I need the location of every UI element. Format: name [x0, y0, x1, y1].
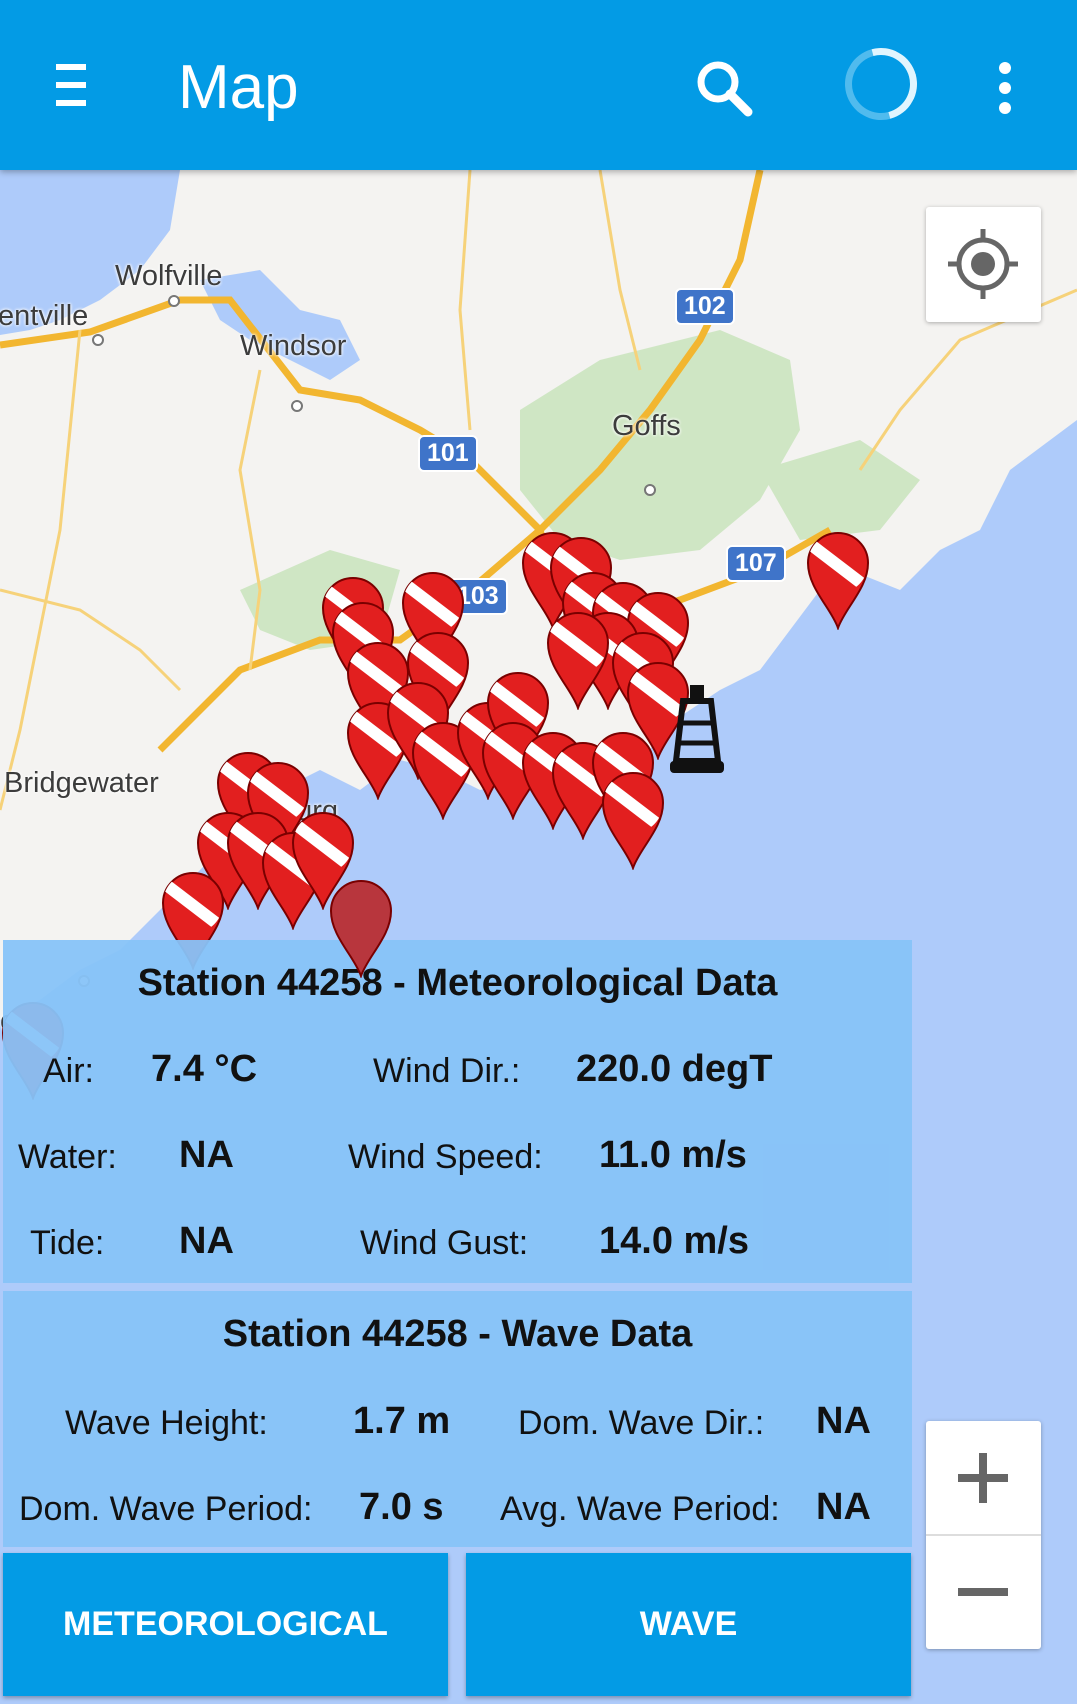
place-label: entville [0, 300, 89, 332]
wind-gust-value: 14.0 m/s [599, 1220, 749, 1262]
dive-site-marker[interactable] [600, 770, 666, 872]
place-label: Bridgewater [4, 767, 159, 799]
search-icon[interactable] [690, 54, 760, 124]
place-label: Windsor [240, 330, 347, 362]
highway-shield: 107 [726, 545, 786, 582]
zoom-controls [926, 1421, 1041, 1649]
wave-panel-title: Station 44258 - Wave Data [222, 1313, 693, 1355]
dom-wave-dir-label: Dom. Wave Dir.: [518, 1404, 765, 1442]
air-value: 7.4 °C [151, 1048, 258, 1090]
page-title: Map [178, 53, 299, 122]
wind-speed-value: 11.0 m/s [599, 1134, 747, 1176]
buoy-icon[interactable] [668, 685, 726, 775]
tide-label: Tide: [30, 1224, 105, 1262]
wind-speed-label: Wind Speed: [348, 1138, 543, 1176]
zoom-in-icon [958, 1453, 1008, 1503]
dom-wave-period-label: Dom. Wave Period: [19, 1490, 313, 1528]
wave-height-value: 1.7 m [353, 1400, 451, 1442]
place-label: Wolfville [115, 260, 223, 292]
wind-gust-label: Wind Gust: [360, 1224, 529, 1262]
wave-button[interactable]: WAVE [466, 1553, 911, 1696]
dive-site-marker[interactable] [545, 610, 611, 712]
meteorological-button[interactable]: METEOROLOGICAL [3, 1553, 448, 1696]
app-bar: Map [0, 0, 1077, 170]
dive-site-marker[interactable] [805, 530, 871, 632]
met-data-panel: Station 44258 - Meteorological Data Air:… [3, 940, 912, 1283]
highway-shield: 101 [418, 435, 478, 472]
water-value: NA [179, 1134, 234, 1176]
wind-dir-value: 220.0 degT [576, 1048, 773, 1090]
zoom-out-button[interactable] [926, 1536, 1041, 1649]
zoom-in-button[interactable] [926, 1421, 1041, 1534]
menu-icon[interactable] [50, 60, 94, 110]
dom-wave-dir-value: NA [816, 1400, 871, 1442]
avg-wave-period-label: Avg. Wave Period: [500, 1490, 780, 1528]
met-panel-title: Station 44258 - Meteorological Data [137, 962, 778, 1004]
avg-wave-period-value: NA [816, 1486, 871, 1528]
wave-height-label: Wave Height: [65, 1404, 268, 1442]
air-label: Air: [43, 1052, 94, 1090]
wave-data-panel: Station 44258 - Wave Data Wave Height: 1… [3, 1291, 912, 1547]
water-label: Water: [18, 1138, 117, 1176]
wind-dir-label: Wind Dir.: [373, 1052, 521, 1090]
loading-spinner-icon [831, 34, 931, 134]
dom-wave-period-value: 7.0 s [359, 1486, 444, 1528]
highway-shield: 102 [675, 288, 735, 325]
zoom-out-icon [958, 1588, 1008, 1596]
my-location-icon [948, 229, 1018, 299]
more-vert-icon[interactable] [990, 58, 1020, 118]
tide-value: NA [179, 1220, 234, 1262]
selected-station-marker[interactable] [328, 878, 394, 980]
place-label: Goffs [612, 410, 681, 442]
my-location-button[interactable] [926, 207, 1041, 322]
